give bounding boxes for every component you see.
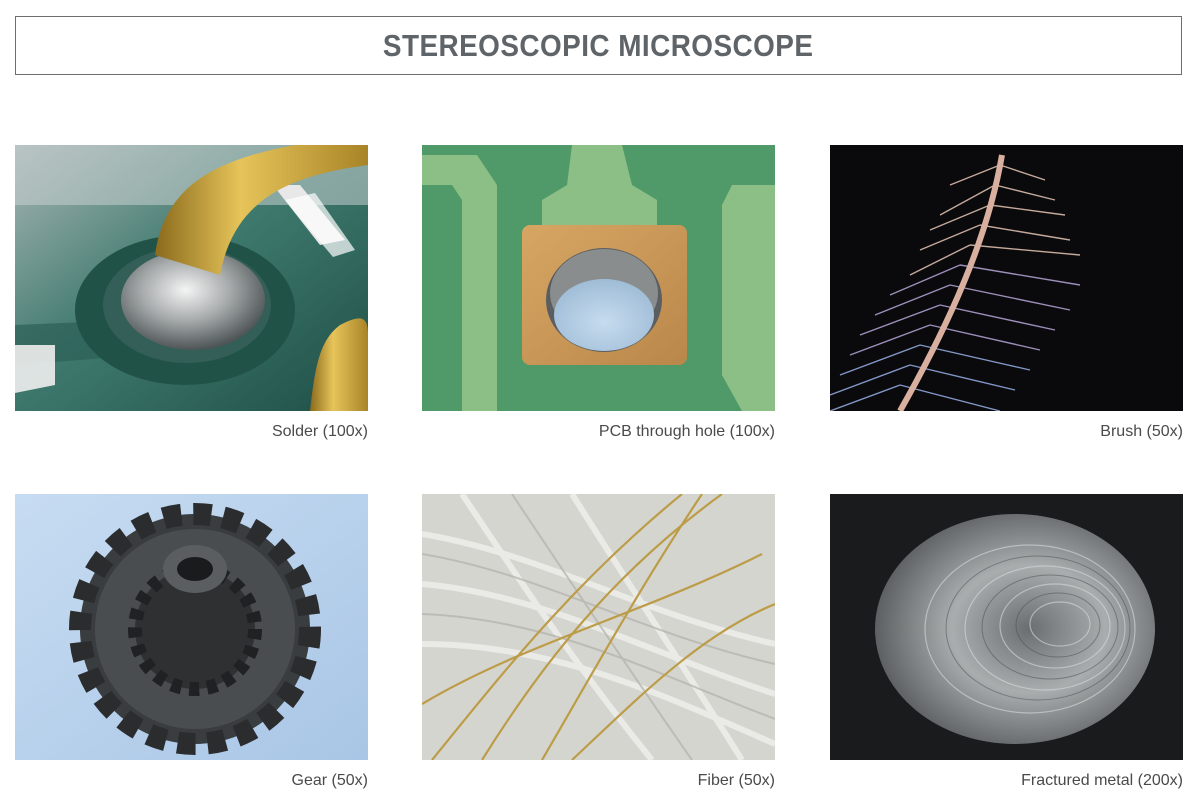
page-title-box: STEREOSCOPIC MICROSCOPE [15, 16, 1182, 75]
photo-caption: Fractured metal (200x) [1021, 772, 1183, 789]
gear-photo [15, 494, 368, 760]
photo-caption: Fiber (50x) [697, 772, 775, 789]
photo-caption: Solder (100x) [271, 423, 368, 440]
pcb-through-hole-photo [422, 145, 775, 411]
solder-photo [15, 145, 368, 411]
page-title: STEREOSCOPIC MICROSCOPE [383, 27, 814, 63]
gallery-item-pcb-through-hole: PCB through hole (100x) [422, 145, 775, 441]
gallery-item-gear: Gear (50x) [15, 494, 368, 790]
photo-caption: Brush (50x) [1100, 423, 1183, 440]
gallery-item-fiber: Fiber (50x) [422, 494, 775, 790]
brush-photo [830, 145, 1183, 411]
photo-caption: PCB through hole (100x) [598, 423, 775, 440]
gallery-item-solder: Solder (100x) [15, 145, 368, 441]
fractured-metal-photo [830, 494, 1183, 760]
fiber-photo [422, 494, 775, 760]
gallery-item-brush: Brush (50x) [830, 145, 1183, 441]
gallery-item-fractured-metal: Fractured metal (200x) [830, 494, 1183, 790]
photo-caption: Gear (50x) [291, 772, 368, 789]
